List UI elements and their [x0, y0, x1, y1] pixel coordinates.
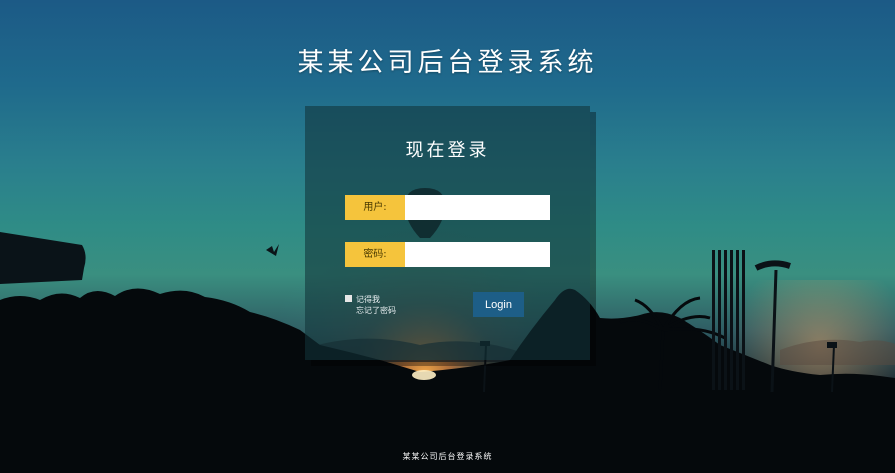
password-row: 密码:: [345, 242, 550, 267]
footer-text: 某某公司后台登录系统: [402, 452, 493, 461]
username-row: 用户:: [345, 195, 550, 220]
password-input[interactable]: [405, 242, 550, 267]
login-panel: 现在登录 用户: 密码: 记得我 忘记了密码 Login: [305, 106, 590, 360]
site-title: 某某公司后台登录系统: [297, 48, 598, 78]
forgot-password-link[interactable]: 忘记了密码: [345, 305, 396, 316]
remember-block: 记得我 忘记了密码: [345, 294, 396, 316]
remember-label[interactable]: 记得我: [356, 295, 380, 304]
login-button[interactable]: Login: [473, 292, 524, 317]
remember-checkbox[interactable]: [345, 295, 352, 302]
password-label: 密码:: [345, 242, 411, 267]
username-label: 用户:: [345, 195, 411, 220]
login-heading: 现在登录: [405, 140, 490, 161]
username-input[interactable]: [405, 195, 550, 220]
